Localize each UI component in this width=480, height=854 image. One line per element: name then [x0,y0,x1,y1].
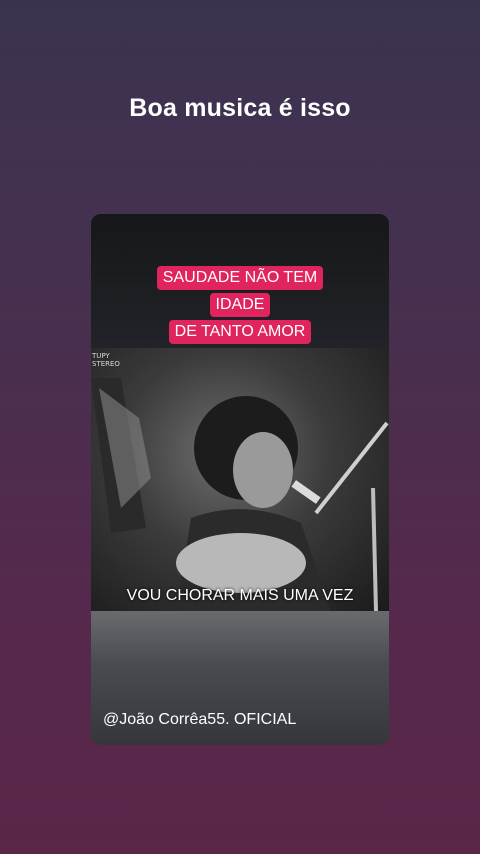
story-caption: Boa musica é isso [129,94,351,122]
video-subtitle: VOU CHORAR MAIS UMA VEZ [126,587,354,604]
microphone-shape [291,480,321,504]
guitar-body-shape [176,533,306,593]
title-line: DE TANTO AMOR [168,320,312,344]
video-scene-illustration [91,378,389,611]
performer-face-shape [233,432,293,508]
video-post-card[interactable]: SAUDADE NÃO TEM IDADE DE TANTO AMOR TUPY… [91,214,389,745]
mic-stand-shape [314,421,389,515]
author-handle[interactable]: @João Corrêa55. OFICIAL [103,711,296,729]
title-line: IDADE [209,293,271,317]
title-line: SAUDADE NÃO TEM [156,266,324,290]
post-title: SAUDADE NÃO TEM IDADE DE TANTO AMOR [91,266,389,344]
video-frame[interactable]: TUPY STEREO VOU CHORAR MAIS UMA VEZ [91,348,389,611]
broadcast-watermark: TUPY STEREO [92,352,120,368]
watermark-line: STEREO [92,360,120,368]
watermark-line: TUPY [92,352,110,360]
